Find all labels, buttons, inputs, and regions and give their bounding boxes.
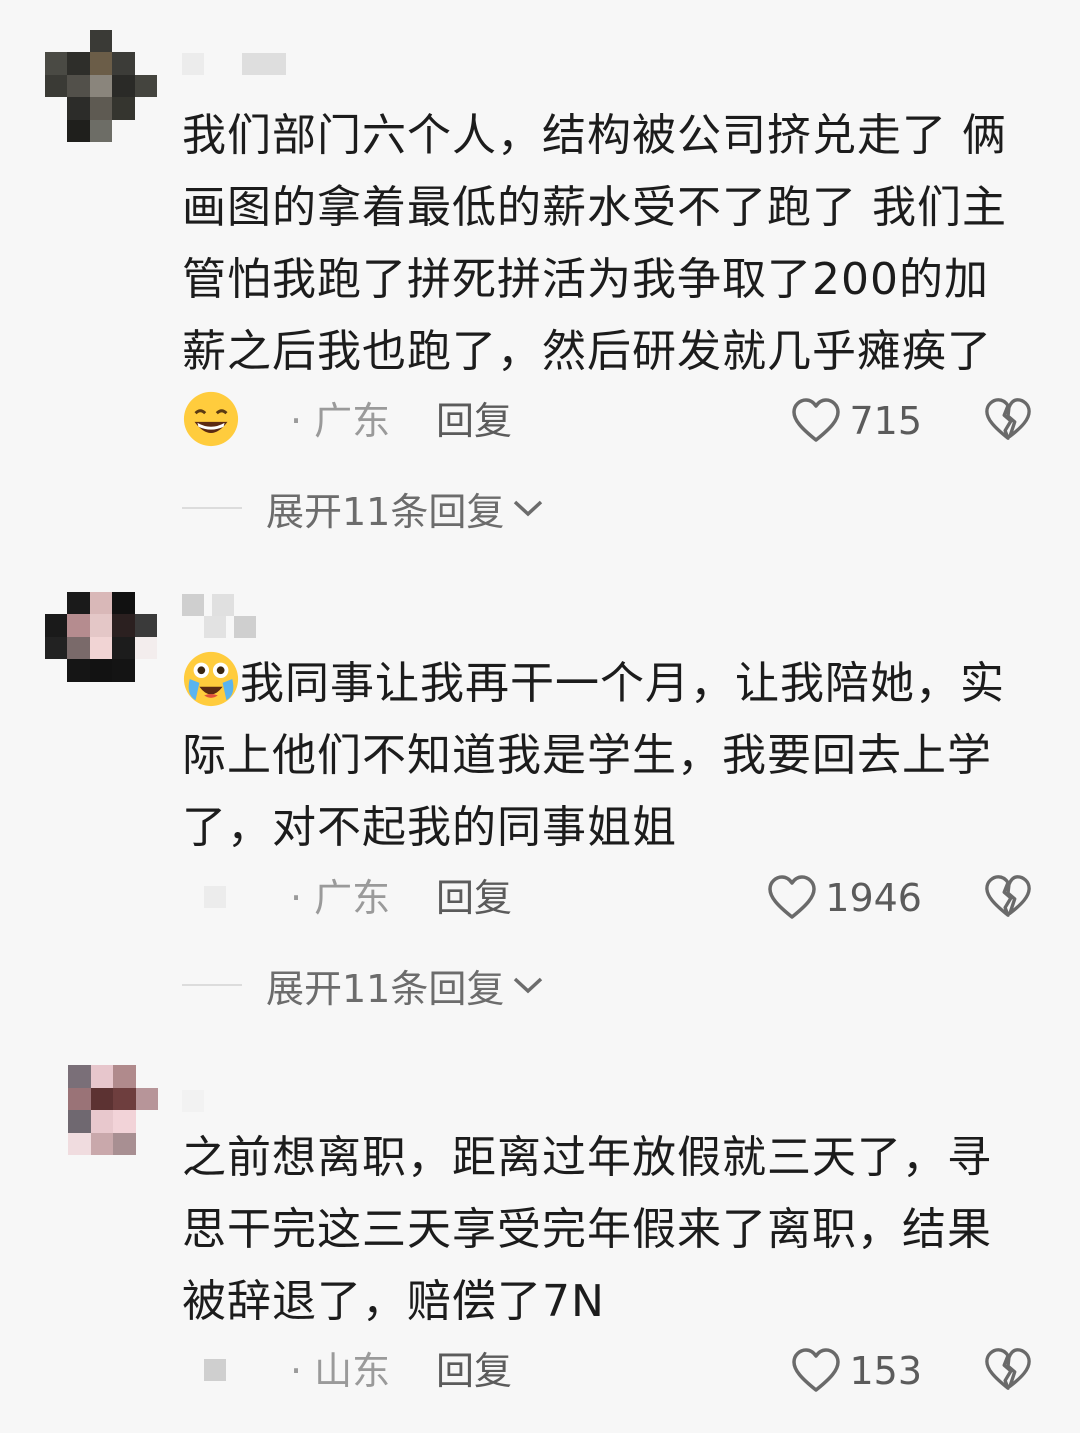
chevron-down-icon <box>514 500 543 517</box>
location-label: · 广东 <box>290 399 391 443</box>
reply-button[interactable]: 回复 <box>436 1343 512 1399</box>
like-button[interactable]: 1946 <box>767 870 922 926</box>
crying-emoji <box>183 651 239 707</box>
heart-icon <box>792 398 841 442</box>
like-count: 715 <box>849 399 922 443</box>
chevron-down-icon <box>514 977 543 994</box>
reply-button[interactable]: 回复 <box>436 870 512 926</box>
heart-icon <box>768 875 817 919</box>
like-count: 1946 <box>825 876 922 920</box>
comment-text: 我同事让我再干一个月，让我陪她，实际上他们不知道我是学生，我要回去上学了，对不起… <box>182 648 1032 864</box>
expand-replies-button[interactable]: 展开11条回复 <box>182 480 544 536</box>
like-button[interactable]: 153 <box>791 1343 922 1399</box>
like-count: 153 <box>849 1349 922 1393</box>
broken-heart-icon[interactable] <box>984 397 1032 443</box>
username-suffix <box>204 616 256 638</box>
comment-meta: · 广东 回复 715 <box>182 393 1032 449</box>
location-label: · 广东 <box>290 876 391 920</box>
comment-meta: · 山东 回复 153 <box>182 1343 1032 1399</box>
comment-text: 之前想离职，距离过年放假就三天了，寻思干完这三天享受完年假来了离职，结果被辞退了… <box>182 1132 992 1327</box>
username[interactable] <box>182 1090 234 1112</box>
username[interactable] <box>182 53 286 75</box>
avatar[interactable] <box>68 1065 158 1155</box>
like-button[interactable]: 715 <box>791 393 922 449</box>
blurred-time <box>204 1359 226 1381</box>
broken-heart-icon[interactable] <box>984 874 1032 920</box>
heart-icon <box>792 1348 841 1392</box>
blurred-time <box>204 886 226 908</box>
location-label: · 山东 <box>290 1349 391 1393</box>
divider <box>182 507 242 509</box>
reply-button[interactable]: 回复 <box>436 393 512 449</box>
username[interactable] <box>182 594 234 616</box>
avatar[interactable] <box>45 30 157 142</box>
broken-heart-icon[interactable] <box>984 1347 1032 1393</box>
avatar[interactable] <box>45 592 157 704</box>
comment-meta: · 广东 回复 1946 <box>182 870 1032 926</box>
expand-replies-button[interactable]: 展开11条回复 <box>182 957 544 1013</box>
divider <box>182 984 242 986</box>
